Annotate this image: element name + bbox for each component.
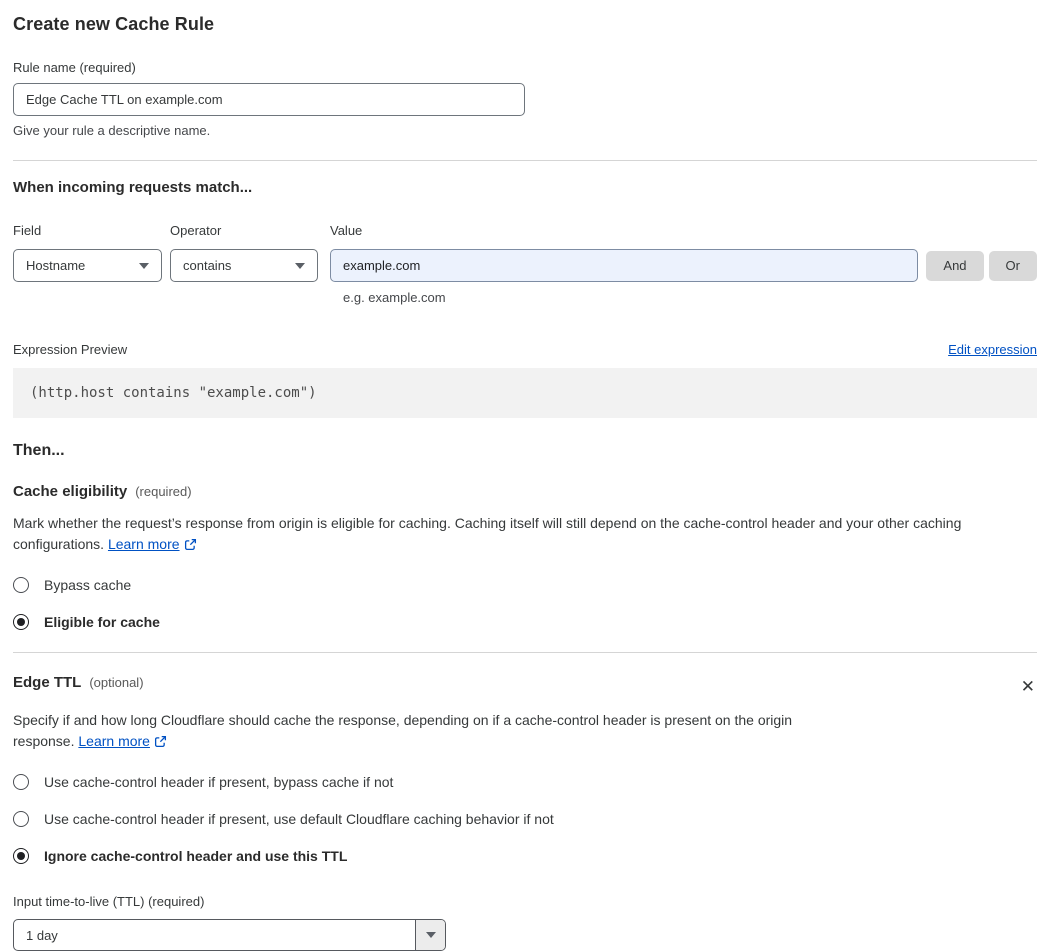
rule-name-helper: Give your rule a descriptive name. (13, 123, 211, 138)
optional-badge: (optional) (89, 675, 144, 690)
divider (13, 160, 1037, 161)
expression-preview-label: Expression Preview (13, 342, 128, 357)
radio-icon (13, 774, 29, 790)
edge-ttl-heading: Edge TTL (13, 674, 82, 691)
match-heading: When incoming requests match... (13, 179, 253, 196)
ttl-dropdown-button[interactable] (415, 920, 445, 950)
field-select[interactable]: Hostname (13, 249, 162, 282)
radio-use-header-bypass[interactable]: Use cache-control header if present, byp… (13, 774, 1037, 790)
match-controls-row: Hostname contains And Or (13, 249, 1037, 282)
chevron-down-icon (425, 932, 436, 938)
expression-code-block: (http.host contains "example.com") (13, 368, 1037, 418)
then-heading: Then... (13, 442, 65, 459)
learn-more-link[interactable]: Learn more (108, 536, 180, 552)
value-input[interactable] (330, 249, 919, 282)
edge-ttl-description: Specify if and how long Cloudflare shoul… (13, 710, 853, 754)
rule-name-input[interactable] (13, 83, 525, 116)
rule-name-label: Rule name (required) (13, 60, 136, 75)
external-link-icon (184, 536, 197, 557)
edge-ttl-section: Edge TTL (optional) ✕ Specify if and how… (13, 674, 1037, 951)
operator-select-value: contains (183, 258, 232, 273)
external-link-icon (154, 733, 167, 754)
cache-eligibility-description: Mark whether the request’s response from… (13, 513, 1037, 557)
chevron-down-icon (295, 262, 305, 269)
create-cache-rule-form: Create new Cache Rule Rule name (require… (0, 0, 1058, 951)
edit-expression-link[interactable]: Edit expression (948, 342, 1037, 357)
rule-name-section: Rule name (required) Give your rule a de… (13, 60, 1037, 138)
close-icon[interactable]: ✕ (1019, 676, 1037, 697)
chevron-down-icon (139, 262, 149, 269)
cache-eligibility-heading-row: Cache eligibility (required) (13, 483, 1037, 500)
divider (13, 652, 1037, 653)
radio-checked-icon (13, 614, 29, 630)
and-button[interactable]: And (926, 250, 984, 281)
value-label: Value (330, 223, 363, 238)
radio-bypass-cache[interactable]: Bypass cache (13, 577, 1037, 593)
radio-icon (13, 577, 29, 593)
ttl-select[interactable]: 1 day (13, 919, 446, 951)
required-badge: (required) (135, 484, 192, 499)
ttl-select-value: 1 day (26, 927, 58, 943)
value-helper: e.g. example.com (343, 290, 446, 305)
learn-more-link[interactable]: Learn more (78, 733, 150, 749)
radio-checked-icon (13, 848, 29, 864)
ttl-label: Input time-to-live (TTL) (required) (13, 894, 205, 909)
field-label: Field (13, 223, 42, 238)
edge-ttl-heading-row: Edge TTL (optional) ✕ (13, 674, 1037, 697)
cache-eligibility-heading: Cache eligibility (13, 483, 128, 500)
radio-eligible-for-cache[interactable]: Eligible for cache (13, 614, 1037, 630)
operator-select[interactable]: contains (170, 249, 318, 282)
operator-label: Operator (170, 223, 222, 238)
field-select-value: Hostname (26, 258, 86, 273)
ttl-input-section: Input time-to-live (TTL) (required) 1 da… (13, 893, 1037, 951)
radio-icon (13, 811, 29, 827)
match-section: When incoming requests match... Field Op… (13, 179, 1037, 418)
page-title: Create new Cache Rule (13, 14, 215, 34)
radio-ignore-header-use-ttl[interactable]: Ignore cache-control header and use this… (13, 848, 1037, 864)
expression-preview-row: Expression Preview Edit expression (13, 342, 1037, 357)
radio-use-header-default[interactable]: Use cache-control header if present, use… (13, 811, 1037, 827)
match-labels-row: Field Operator Value (13, 223, 1037, 238)
cache-eligibility-section: Cache eligibility (required) Mark whethe… (13, 483, 1037, 630)
or-button[interactable]: Or (988, 250, 1037, 281)
